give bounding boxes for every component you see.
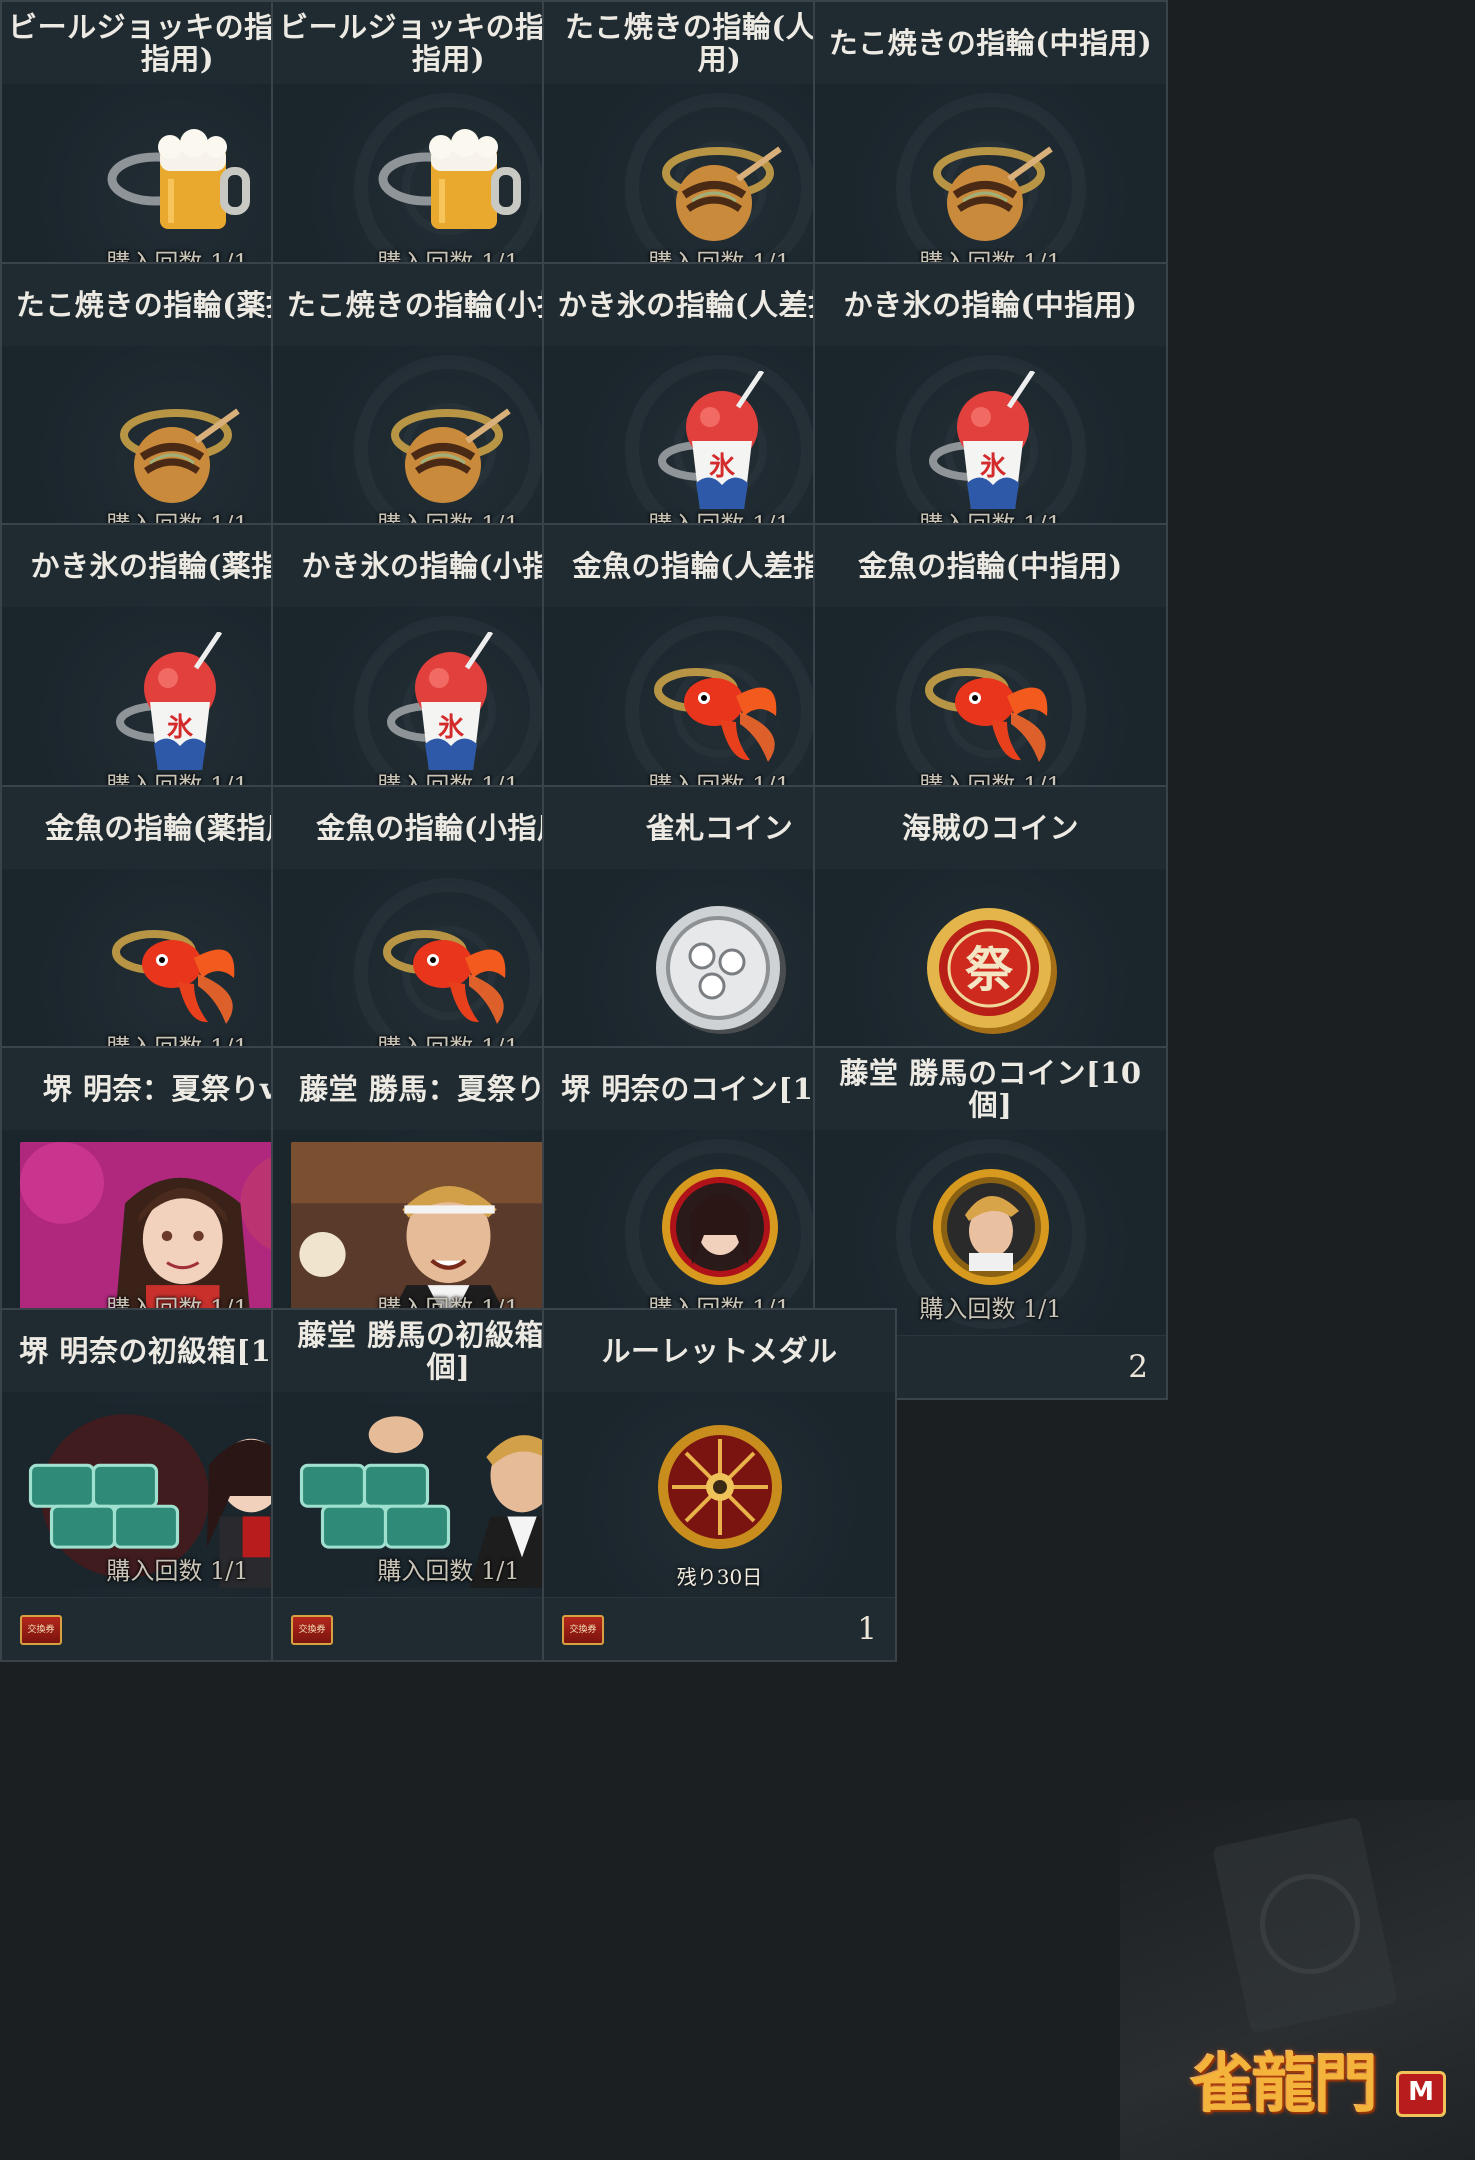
beer-ring-icon <box>369 109 529 259</box>
price-bar: 交換券 1 <box>544 1597 895 1660</box>
takoyaki-ring-icon <box>640 109 800 259</box>
item-title: 海賊のコイン <box>815 787 1166 869</box>
svg-text:氷: 氷 <box>437 713 464 743</box>
game-logo: 雀龍門 M <box>1190 2035 1450 2135</box>
logo-text: 雀龍門 <box>1190 2047 1378 2122</box>
item-price: 2 <box>1128 1349 1148 1385</box>
exchange-ticket-icon: 交換券 <box>20 1615 62 1645</box>
item-title: かき氷の指輪(中指用) <box>815 264 1166 346</box>
svg-text:氷: 氷 <box>979 452 1006 482</box>
item-image-area: 購入回数 1/1 <box>815 1130 1166 1338</box>
takoyaki-ring-icon <box>369 371 529 521</box>
goldfish-ring-icon <box>369 894 529 1044</box>
svg-text:氷: 氷 <box>708 452 735 482</box>
exchange-ticket-icon: 交換券 <box>562 1615 604 1645</box>
item-title: たこ焼きの指輪(中指用) <box>815 2 1166 84</box>
goldfish-ring-icon <box>98 894 258 1044</box>
item-title: 金魚の指輪(中指用) <box>815 525 1166 607</box>
item-image-area: 購入回数 1/1 <box>815 607 1166 815</box>
kakigori-ring-icon: 氷 <box>98 630 258 782</box>
festival-coin-large-icon: 祭 <box>911 894 1071 1044</box>
item-image-area: 購入回数 1/1 <box>815 84 1166 292</box>
silver-coin-icon <box>640 894 800 1044</box>
kakigori-ring-icon: 氷 <box>369 630 529 782</box>
takoyaki-ring-icon <box>98 371 258 521</box>
svg-text:祭: 祭 <box>964 942 1013 998</box>
exchange-ticket-icon: 交換券 <box>291 1615 333 1645</box>
roulette-medal-icon <box>640 1417 800 1567</box>
remaining-days: 残り30日 <box>676 1565 763 1589</box>
item-image-area: 残り30日 <box>544 1392 895 1600</box>
katsuma-coin-icon <box>911 1155 1071 1305</box>
logo-badge: M <box>1396 2071 1446 2117</box>
item-price: 1 <box>857 1611 877 1647</box>
kakigori-ring-icon: 氷 <box>911 369 1071 521</box>
beer-ring-icon <box>98 109 258 259</box>
goldfish-ring-icon <box>911 632 1071 782</box>
svg-text:氷: 氷 <box>166 713 193 743</box>
goldfish-ring-icon <box>640 632 800 782</box>
shop-item-card[interactable]: ルーレットメダル残り30日交換券 1 <box>542 1308 897 1662</box>
akina-coin-icon <box>640 1155 800 1305</box>
kakigori-ring-icon: 氷 <box>640 369 800 521</box>
item-title: 藤堂 勝馬のコイン[10個] <box>815 1048 1166 1130</box>
takoyaki-ring-icon <box>911 109 1071 259</box>
item-title: ルーレットメダル <box>544 1310 895 1392</box>
